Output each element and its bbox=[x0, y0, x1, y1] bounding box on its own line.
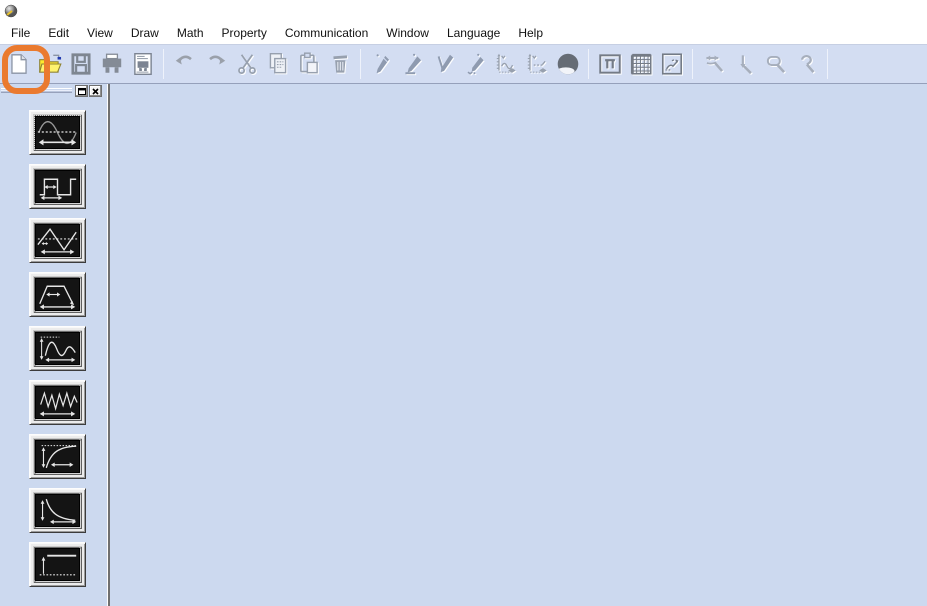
waveform-noise-button[interactable] bbox=[29, 380, 86, 425]
menu-window[interactable]: Window bbox=[377, 23, 438, 43]
palette-titlebar bbox=[0, 84, 107, 106]
square-wave-icon bbox=[39, 178, 77, 201]
undo-icon bbox=[175, 55, 192, 65]
waveform-button-column bbox=[0, 110, 107, 587]
toolbar bbox=[0, 44, 927, 84]
draw-freehand-button[interactable] bbox=[397, 48, 428, 80]
new-file-button[interactable] bbox=[3, 48, 34, 80]
draw-ellipse-button[interactable] bbox=[552, 48, 583, 80]
titlebar bbox=[0, 0, 927, 22]
close-icon bbox=[92, 87, 99, 95]
draw-polyline-button[interactable] bbox=[428, 48, 459, 80]
waveform-gaussian-button[interactable] bbox=[29, 326, 86, 371]
redo-icon bbox=[208, 55, 225, 65]
scissors-icon bbox=[237, 54, 256, 74]
new-file-icon bbox=[10, 54, 27, 74]
edit-vertical-axis-button[interactable] bbox=[521, 48, 552, 80]
sine-wave-icon bbox=[37, 120, 78, 146]
open-file-button[interactable] bbox=[34, 48, 65, 80]
toolbar-separator bbox=[163, 49, 164, 79]
palette-gripper[interactable] bbox=[1, 88, 72, 93]
waveform-square-button[interactable] bbox=[29, 164, 86, 209]
grid-button[interactable] bbox=[625, 48, 656, 80]
graph-box-icon bbox=[661, 53, 682, 75]
waveform-trapezoid-button[interactable] bbox=[29, 272, 86, 317]
paste-button[interactable] bbox=[293, 48, 324, 80]
zoom-vertical-icon bbox=[739, 55, 752, 75]
pi-box-icon bbox=[598, 54, 621, 74]
save-file-button[interactable] bbox=[65, 48, 96, 80]
menu-property[interactable]: Property bbox=[213, 23, 276, 43]
exponential-decay-icon bbox=[40, 498, 77, 525]
menu-edit[interactable]: Edit bbox=[39, 23, 78, 43]
print-preview-icon bbox=[133, 53, 152, 75]
printer-icon bbox=[102, 53, 121, 73]
waveform-dc-level-button[interactable] bbox=[29, 542, 86, 587]
zoom-out-button[interactable] bbox=[760, 48, 791, 80]
menu-draw[interactable]: Draw bbox=[122, 23, 168, 43]
pencil-freehand-icon bbox=[404, 53, 421, 75]
grid-icon bbox=[630, 53, 652, 75]
copy-button[interactable] bbox=[262, 48, 293, 80]
print-preview-button[interactable] bbox=[127, 48, 158, 80]
content-area bbox=[0, 84, 927, 606]
menu-math[interactable]: Math bbox=[168, 23, 213, 43]
pencil-points-icon bbox=[467, 53, 484, 75]
drawing-canvas[interactable] bbox=[110, 84, 927, 606]
app-icon bbox=[4, 4, 18, 17]
waveform-sine-button[interactable] bbox=[29, 110, 86, 155]
triangle-wave-icon bbox=[37, 227, 78, 255]
zoom-horizontal-icon bbox=[705, 55, 723, 72]
zoom-vertical-button[interactable] bbox=[729, 48, 760, 80]
menubar: File Edit View Draw Math Property Commun… bbox=[0, 22, 927, 44]
open-folder-icon bbox=[38, 54, 62, 73]
dc-level-icon bbox=[39, 554, 77, 576]
delete-button[interactable] bbox=[324, 48, 355, 80]
draw-line-button[interactable] bbox=[366, 48, 397, 80]
menu-file[interactable]: File bbox=[2, 23, 39, 43]
trapezoid-wave-icon bbox=[39, 285, 76, 310]
exponential-rise-icon bbox=[41, 445, 77, 469]
zoom-undo-button[interactable] bbox=[791, 48, 822, 80]
print-button[interactable] bbox=[96, 48, 127, 80]
cut-button[interactable] bbox=[231, 48, 262, 80]
pencil-line-icon bbox=[376, 54, 389, 74]
pencil-polyline-icon bbox=[437, 54, 453, 73]
menu-help[interactable]: Help bbox=[509, 23, 552, 43]
toolbar-separator bbox=[360, 49, 361, 79]
menu-language[interactable]: Language bbox=[438, 23, 509, 43]
palette-close-button[interactable] bbox=[89, 85, 102, 97]
trash-icon bbox=[332, 55, 347, 73]
gaussian-wave-icon bbox=[39, 336, 76, 363]
toolbar-separator bbox=[692, 49, 693, 79]
expand-icon bbox=[77, 87, 86, 95]
copy-icon bbox=[269, 53, 286, 74]
toolbar-separator bbox=[827, 49, 828, 79]
save-floppy-icon bbox=[70, 53, 91, 75]
redo-button[interactable] bbox=[200, 48, 231, 80]
menu-communication[interactable]: Communication bbox=[276, 23, 377, 43]
waveform-palette bbox=[0, 84, 107, 606]
graph-setup-button[interactable] bbox=[656, 48, 687, 80]
sphere-icon bbox=[557, 53, 578, 75]
paste-icon bbox=[299, 52, 318, 74]
waveform-triangle-button[interactable] bbox=[29, 218, 86, 263]
noise-wave-icon bbox=[39, 390, 78, 417]
undo-button[interactable] bbox=[169, 48, 200, 80]
app-window: File Edit View Draw Math Property Commun… bbox=[0, 0, 927, 606]
draw-points-button[interactable] bbox=[459, 48, 490, 80]
waveform-exponential-rise-button[interactable] bbox=[29, 434, 86, 479]
zoom-undo-icon bbox=[800, 55, 814, 73]
toolbar-separator bbox=[588, 49, 589, 79]
zoom-out-icon bbox=[766, 55, 785, 74]
waveform-exponential-decay-button[interactable] bbox=[29, 488, 86, 533]
marker-button[interactable] bbox=[594, 48, 625, 80]
axis-dots-icon bbox=[527, 53, 547, 73]
zoom-horizontal-button[interactable] bbox=[698, 48, 729, 80]
menu-view[interactable]: View bbox=[78, 23, 122, 43]
axis-wave-icon bbox=[496, 53, 516, 73]
palette-expand-button[interactable] bbox=[75, 85, 88, 97]
edit-horizontal-axis-button[interactable] bbox=[490, 48, 521, 80]
